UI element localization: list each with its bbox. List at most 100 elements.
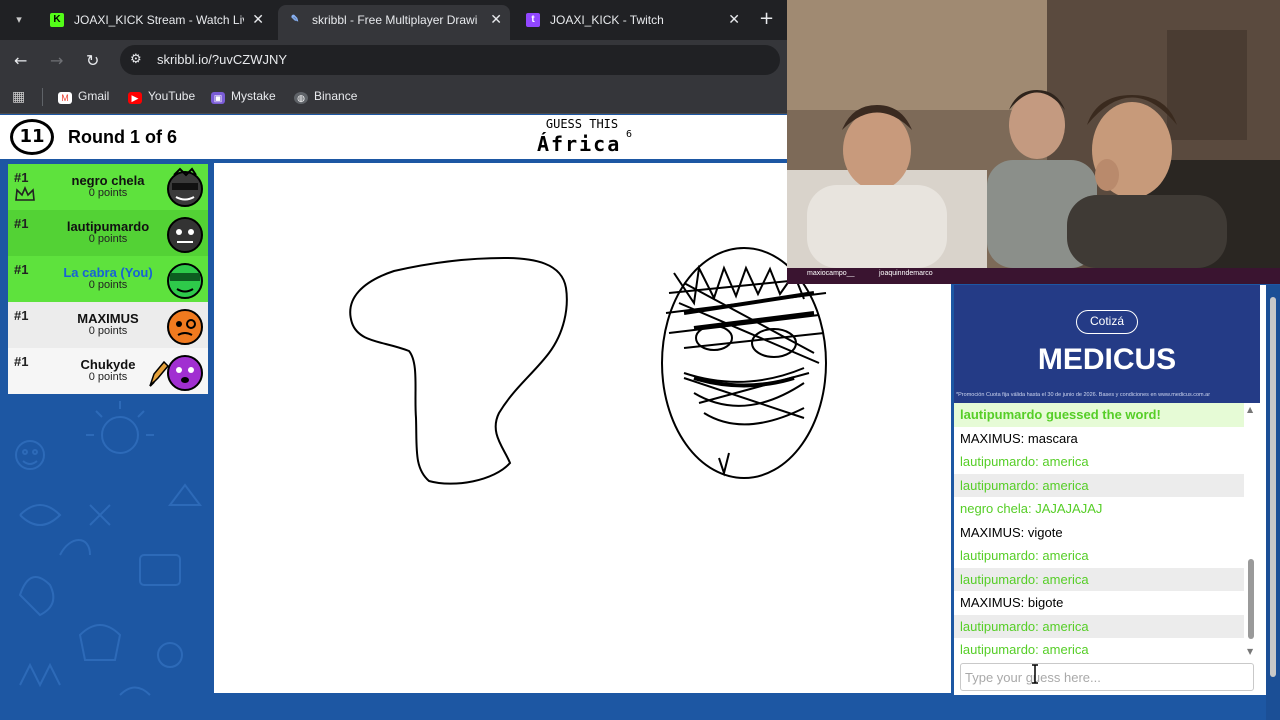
- ad-banner[interactable]: Cotizá MEDICUS *Promoción Cuota fija vál…: [954, 285, 1260, 403]
- chat-messages: lautipumardo guessed the word! MAXIMUS: …: [954, 403, 1244, 661]
- chat-author: lautipumardo:: [960, 454, 1039, 469]
- timer-value: 11: [19, 126, 45, 147]
- player-row[interactable]: #1 negro chela 0 points: [8, 164, 208, 210]
- chat-scroll-thumb[interactable]: [1248, 559, 1254, 639]
- player-row[interactable]: #1 Chukyde 0 points: [8, 348, 208, 394]
- round-indicator: Round 1 of 6: [68, 127, 177, 147]
- chat-message: lautipumardo: america: [954, 614, 1244, 638]
- forward-arrow-icon[interactable]: →: [50, 51, 63, 70]
- webcam-name-bar: maxiocampo__ joaquinndemarco: [787, 268, 1280, 284]
- bookmark-mystake[interactable]: ▣ Mystake: [211, 89, 276, 104]
- game-header: 11 Round 1 of 6 GUESS THIS África 6: [0, 115, 787, 159]
- chat-author: MAXIMUS:: [960, 524, 1025, 540]
- chat-author: lautipumardo:: [960, 618, 1039, 634]
- ad-fine-print: *Promoción Cuota fija válida hasta el 30…: [956, 392, 1211, 398]
- bookmark-youtube[interactable]: ▶ YouTube: [128, 89, 195, 104]
- close-icon[interactable]: ✕: [728, 11, 740, 28]
- bookmark-gmail[interactable]: M Gmail: [58, 89, 109, 104]
- bookmarks-bar: ▦ M Gmail ▶ YouTube ▣ Mystake ◍ Binance: [0, 80, 787, 114]
- chat-author: lautipumardo:: [960, 477, 1039, 493]
- apps-grid-icon[interactable]: ▦: [12, 89, 28, 105]
- guess-this-label: GUESS THIS: [545, 117, 619, 131]
- close-icon[interactable]: ✕: [490, 11, 502, 28]
- chat-text: mascara: [1027, 430, 1078, 446]
- site-settings-icon[interactable]: ⚙: [130, 52, 142, 67]
- chat-author: lautipumardo:: [960, 642, 1039, 657]
- bookmark-label: Mystake: [231, 89, 276, 103]
- kick-icon: K: [50, 13, 64, 27]
- background-doodles: [15, 401, 202, 696]
- text-cursor-icon: [1032, 664, 1038, 684]
- youtube-icon: ▶: [128, 92, 142, 104]
- player-points: 0 points: [88, 233, 128, 245]
- pencil-icon: ✎: [290, 14, 300, 25]
- player-rank: #1: [14, 170, 29, 185]
- close-icon[interactable]: ✕: [252, 11, 264, 28]
- chat-text: america: [1042, 642, 1089, 657]
- player-avatar: [167, 263, 203, 299]
- player-points: 0 points: [88, 325, 128, 337]
- back-arrow-icon[interactable]: ←: [14, 51, 27, 70]
- tab-title: JOAXI_KICK Stream - Watch Live: [74, 13, 244, 27]
- chat-scrollbar[interactable]: ▲ ▼: [1245, 403, 1257, 661]
- player-row[interactable]: #1 lautipumardo 0 points: [8, 210, 208, 256]
- chat-author: lautipumardo:: [960, 571, 1039, 587]
- player-row[interactable]: #1 MAXIMUS 0 points: [8, 302, 208, 348]
- player-rank: #1: [14, 216, 29, 231]
- ad-brand-logo: MEDICUS: [1037, 343, 1177, 376]
- bookmark-label: Gmail: [78, 89, 110, 103]
- chat-message: MAXIMUS: vigote: [954, 521, 1244, 545]
- scroll-down-arrow-icon[interactable]: ▼: [1247, 647, 1253, 656]
- webcam-video: [787, 0, 1280, 268]
- player-points: 0 points: [88, 279, 128, 291]
- bookmark-label: Binance: [314, 89, 358, 103]
- player-rank: #1: [14, 354, 29, 369]
- chat-text: america: [1042, 477, 1089, 493]
- chat-text: america: [1042, 548, 1089, 563]
- player-name: MAXIMUS: [77, 311, 139, 326]
- word-letter-count: 6: [626, 129, 633, 140]
- player-avatar: [167, 309, 203, 345]
- chat-message: lautipumardo: america: [954, 544, 1244, 568]
- player-name: lautipumardo: [66, 219, 150, 234]
- tab-skribbl[interactable]: ✎ skribbl - Free Multiplayer Drawi ✕: [278, 5, 510, 40]
- player-rank: #1: [14, 262, 29, 277]
- player-name-self: La cabra (You): [63, 265, 153, 280]
- browser-toolbar: ← → ↻ ⚙ skribbl.io/?uvCZWJNY: [0, 40, 787, 80]
- chat-author: MAXIMUS:: [960, 595, 1025, 610]
- bookmark-label: YouTube: [148, 89, 196, 103]
- player-row[interactable]: #1 La cabra (You) 0 points: [8, 256, 208, 302]
- guess-input[interactable]: [960, 663, 1254, 691]
- address-bar[interactable]: ⚙ skribbl.io/?uvCZWJNY: [120, 45, 780, 75]
- window-scrollbar[interactable]: [1266, 285, 1280, 720]
- ad-cta-button[interactable]: Cotizá: [1076, 310, 1138, 334]
- webcam-overlay: maxiocampo__ joaquinndemarco: [787, 0, 1280, 284]
- chat-message: negro chela: JAJAJAJAJ: [954, 497, 1244, 521]
- tab-search-chevron-icon[interactable]: ▾: [8, 9, 30, 31]
- browser-tab-bar: ▾ K JOAXI_KICK Stream - Watch Live ✕ ✎ s…: [0, 0, 787, 40]
- chat-text: vigote: [1027, 524, 1063, 540]
- scroll-up-arrow-icon[interactable]: ▲: [1247, 405, 1253, 414]
- tab-title: JOAXI_KICK - Twitch: [550, 13, 664, 27]
- chat-message: lautipumardo: america: [954, 473, 1244, 497]
- player-rank: #1: [14, 308, 29, 323]
- chat-text: america: [1042, 618, 1089, 634]
- tab-title: skribbl - Free Multiplayer Drawi: [312, 13, 478, 27]
- chat-author: negro chela:: [960, 501, 1032, 516]
- chat-message: lautipumardo: america: [954, 567, 1244, 591]
- chat-system-message: lautipumardo guessed the word!: [954, 403, 1244, 427]
- player-avatar: [167, 167, 203, 207]
- chat-panel: Cotizá MEDICUS *Promoción Cuota fija vál…: [954, 285, 1268, 695]
- tab-twitch[interactable]: t JOAXI_KICK - Twitch ✕: [516, 5, 748, 35]
- bookmark-binance[interactable]: ◍ Binance: [294, 89, 357, 104]
- chat-text: america: [1042, 454, 1089, 469]
- webcam-name-tag: maxiocampo__: [807, 270, 855, 277]
- player-avatar: [167, 355, 203, 391]
- reload-icon[interactable]: ↻: [86, 51, 99, 70]
- new-tab-plus-icon[interactable]: +: [759, 8, 774, 29]
- tab-kick-stream[interactable]: K JOAXI_KICK Stream - Watch Live ✕: [40, 5, 272, 35]
- url-text[interactable]: skribbl.io/?uvCZWJNY: [157, 52, 287, 67]
- window-scroll-thumb[interactable]: [1270, 297, 1276, 677]
- chat-text: bigote: [1027, 595, 1064, 610]
- guess-word: África: [537, 132, 622, 156]
